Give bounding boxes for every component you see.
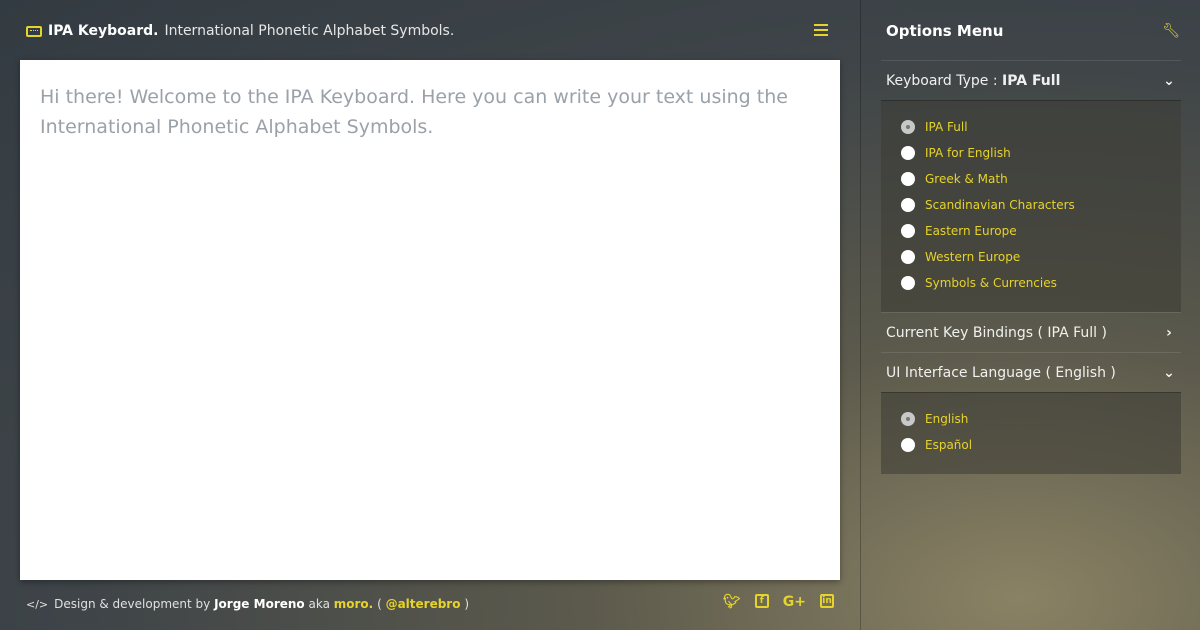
option-label: English bbox=[925, 412, 969, 426]
chevron-down-icon[interactable]: ⌄ bbox=[1162, 365, 1176, 381]
radio[interactable] bbox=[901, 224, 915, 238]
google-plus-icon[interactable]: G+ bbox=[783, 594, 806, 610]
app-title: IPA Keyboard. bbox=[48, 23, 159, 39]
handle-open-paren: ( bbox=[377, 597, 382, 611]
radio[interactable] bbox=[901, 146, 915, 160]
chevron-down-icon[interactable]: ⌄ bbox=[1162, 73, 1176, 89]
facebook-icon[interactable]: f bbox=[754, 594, 769, 608]
keyboard-icon bbox=[26, 25, 42, 37]
ui-language-label: UI Interface Language ( English ) bbox=[886, 364, 1116, 381]
option-label: Eastern Europe bbox=[925, 224, 1017, 238]
keyboard-type-title: Keyboard Type : IPA Full bbox=[886, 73, 1060, 89]
menu-icon[interactable] bbox=[814, 24, 828, 36]
keyboard-option-symbols-currencies[interactable]: Symbols & Currencies bbox=[901, 270, 1181, 296]
language-option-english[interactable]: English bbox=[901, 406, 1181, 432]
ui-language-panel: English Español bbox=[881, 392, 1181, 474]
twitter-handle-link[interactable]: @alterebro bbox=[386, 597, 461, 611]
credit-prefix: Design & development by bbox=[54, 597, 211, 611]
keyboard-type-label: Keyboard Type : bbox=[886, 72, 998, 89]
radio[interactable] bbox=[901, 250, 915, 264]
author-name: Jorge Moreno bbox=[214, 597, 305, 611]
key-bindings-header[interactable]: Current Key Bindings ( IPA Full ) › bbox=[881, 312, 1181, 352]
wrench-icon[interactable]: 🔧︎ bbox=[1162, 23, 1180, 39]
option-label: Español bbox=[925, 438, 973, 452]
keyboard-type-value: IPA Full bbox=[1002, 72, 1061, 89]
twitter-icon[interactable]: 🐦︎ bbox=[723, 594, 741, 610]
main-area: IPA Keyboard. International Phonetic Alp… bbox=[0, 0, 860, 630]
keyboard-option-ipa-full[interactable]: IPA Full bbox=[901, 114, 1181, 140]
top-bar: IPA Keyboard. International Phonetic Alp… bbox=[26, 20, 834, 42]
options-sidebar: Options Menu 🔧︎ Keyboard Type : IPA Full… bbox=[860, 0, 1200, 630]
option-label: IPA Full bbox=[925, 120, 968, 134]
text-editor[interactable]: Hi there! Welcome to the IPA Keyboard. H… bbox=[20, 60, 840, 580]
sidebar-header: Options Menu 🔧︎ bbox=[886, 20, 1180, 42]
language-option-espanol[interactable]: Español bbox=[901, 432, 1181, 458]
radio-selected[interactable] bbox=[901, 412, 915, 426]
radio[interactable] bbox=[901, 276, 915, 290]
editor-content[interactable]: Hi there! Welcome to the IPA Keyboard. H… bbox=[40, 82, 820, 142]
keyboard-type-panel: IPA Full IPA for English Greek & Math Sc… bbox=[881, 100, 1181, 312]
option-label: IPA for English bbox=[925, 146, 1011, 160]
option-label: Symbols & Currencies bbox=[925, 276, 1057, 290]
app-tagline: International Phonetic Alphabet Symbols. bbox=[164, 23, 455, 39]
key-bindings-label: Current Key Bindings ( IPA Full ) bbox=[886, 324, 1107, 341]
social-links: 🐦︎ f G+ in bbox=[723, 594, 834, 610]
option-label: Western Europe bbox=[925, 250, 1021, 264]
option-label: Greek & Math bbox=[925, 172, 1008, 186]
keyboard-option-western-europe[interactable]: Western Europe bbox=[901, 244, 1181, 270]
radio[interactable] bbox=[901, 198, 915, 212]
chevron-right-icon[interactable]: › bbox=[1162, 325, 1176, 341]
sidebar-title: Options Menu bbox=[886, 22, 1004, 40]
footer: </> Design & development by Jorge Moreno… bbox=[26, 594, 834, 614]
keyboard-option-scandinavian[interactable]: Scandinavian Characters bbox=[901, 192, 1181, 218]
credit-aka: aka bbox=[308, 597, 330, 611]
code-icon: </> bbox=[26, 597, 49, 611]
ui-language-header[interactable]: UI Interface Language ( English ) ⌄ bbox=[881, 352, 1181, 392]
handle-close-paren: ) bbox=[464, 597, 469, 611]
linkedin-icon[interactable]: in bbox=[820, 594, 834, 608]
radio[interactable] bbox=[901, 172, 915, 186]
keyboard-type-header[interactable]: Keyboard Type : IPA Full ⌄ bbox=[881, 60, 1181, 100]
radio[interactable] bbox=[901, 438, 915, 452]
option-label: Scandinavian Characters bbox=[925, 198, 1075, 212]
radio-selected[interactable] bbox=[901, 120, 915, 134]
keyboard-option-ipa-english[interactable]: IPA for English bbox=[901, 140, 1181, 166]
keyboard-option-eastern-europe[interactable]: Eastern Europe bbox=[901, 218, 1181, 244]
keyboard-option-greek-math[interactable]: Greek & Math bbox=[901, 166, 1181, 192]
author-nick-link[interactable]: moro. bbox=[334, 597, 373, 611]
